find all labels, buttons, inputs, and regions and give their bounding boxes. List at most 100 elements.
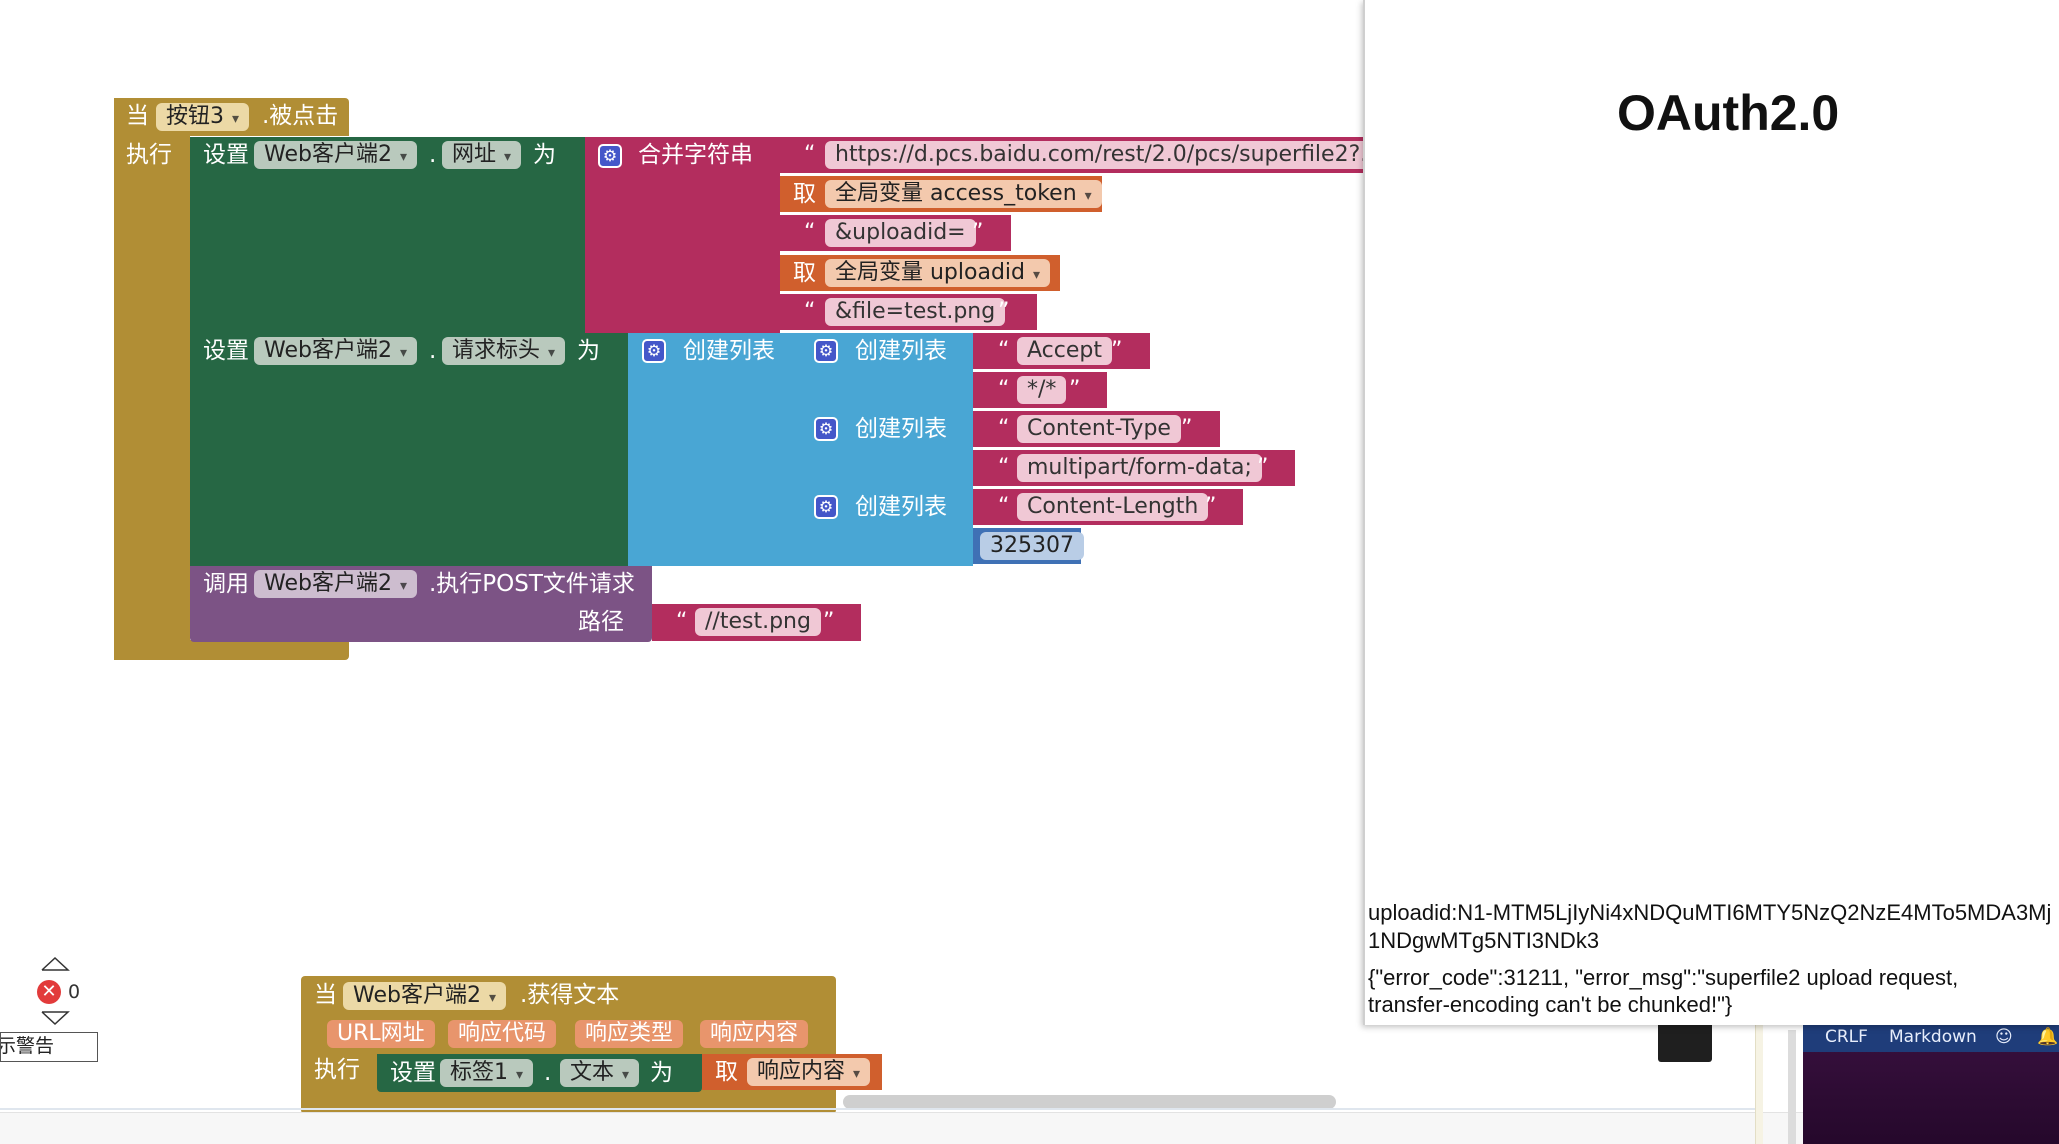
do-label: 执行 <box>126 142 172 168</box>
bell-icon[interactable]: 🔔 <box>2037 1022 2058 1052</box>
content-type-value-string[interactable]: multipart/form-data; <box>1017 454 1262 482</box>
make-list-label: 创建列表 <box>683 338 775 364</box>
workspace-horizontal-scrollbar[interactable] <box>843 1095 1336 1109</box>
text-block-content-type-value[interactable]: “ multipart/form-data; ” <box>973 450 1295 486</box>
gear-icon[interactable]: ⚙ <box>598 144 622 168</box>
content-length-string[interactable]: Content-Length <box>1017 493 1209 521</box>
quote-close: ” <box>972 220 984 245</box>
quote-close: ” <box>1181 416 1193 441</box>
set-label: 设置 <box>203 142 249 168</box>
text-block-path[interactable]: “ //test.png ” <box>652 604 861 641</box>
component-dropdown-web2[interactable]: Web客户端2 <box>254 141 417 169</box>
call-label: 调用 <box>203 571 249 597</box>
warning-up-arrow[interactable] <box>40 956 70 972</box>
quote-close: ” <box>1069 377 1081 402</box>
gear-icon[interactable]: ⚙ <box>814 339 838 363</box>
quote-close: ” <box>1111 338 1123 363</box>
gear-icon[interactable]: ⚙ <box>814 495 838 519</box>
text-block-uploadid-param[interactable]: “ &uploadid= ” <box>780 215 1011 251</box>
statusbar: CRLF Markdown ☺ 🔔 <box>1803 1022 2059 1052</box>
text-block-url[interactable]: “ https://d.pcs.baidu.com/rest/2.0/pcs/s… <box>780 137 1392 173</box>
path-label: 路径 <box>578 609 624 635</box>
uploadid-text-line2: 1NDgwMTg5NTI3NDk3 <box>1368 928 1600 953</box>
text-block-content-length[interactable]: “ Content-Length ” <box>973 489 1243 525</box>
component-dropdown-label1[interactable]: 标签1 <box>440 1059 534 1087</box>
editor-panel: CRLF Markdown ☺ 🔔 <box>1803 1022 2059 1144</box>
quote-open: “ <box>998 416 1010 441</box>
variable-dropdown-uploadid[interactable]: 全局变量 uploadid <box>825 259 1051 287</box>
quote-open: “ <box>998 494 1010 519</box>
property-dropdown-url[interactable]: 网址 <box>442 141 522 169</box>
feedback-icon[interactable]: ☺ <box>1995 1022 2013 1052</box>
to-label: 为 <box>577 338 600 364</box>
oauth-title: OAuth2.0 <box>1617 85 1840 141</box>
text-block-accept[interactable]: “ Accept ” <box>973 333 1150 369</box>
param-response-code[interactable]: 响应代码 <box>448 1020 557 1048</box>
get-label: 取 <box>715 1059 738 1085</box>
blocks-workspace[interactable]: 当 按钮3 .被点击 执行 设置 Web客户端2 . 网址 为 ⚙ 合并字符串 … <box>0 0 1758 1114</box>
workspace-border <box>0 1108 1758 1110</box>
arrow-down-icon <box>41 1011 70 1026</box>
quote-open: “ <box>804 142 816 167</box>
dot-label: . <box>429 338 437 364</box>
quote-open: “ <box>676 609 688 634</box>
text-block-content-type[interactable]: “ Content-Type ” <box>973 411 1220 447</box>
file-param-string[interactable]: &file=test.png <box>825 298 1006 326</box>
get-variable-uploadid[interactable]: 取 全局变量 uploadid <box>780 255 1060 291</box>
when-label: 当 <box>126 103 149 129</box>
component-dropdown-web2[interactable]: Web客户端2 <box>254 570 417 598</box>
variable-dropdown-response[interactable]: 响应内容 <box>747 1058 871 1086</box>
component-dropdown-button3[interactable]: 按钮3 <box>156 103 250 131</box>
when-label: 当 <box>314 982 337 1008</box>
quote-open: “ <box>998 377 1010 402</box>
content-length-number[interactable]: 325307 <box>980 532 1084 560</box>
text-block-accept-value[interactable]: “ */* ” <box>973 372 1107 408</box>
dark-square <box>1658 1020 1712 1062</box>
join-label: 合并字符串 <box>638 142 753 168</box>
dot-label: . <box>544 1060 552 1086</box>
response-text-line1: {"error_code":31211, "error_msg":"superf… <box>1368 965 1959 990</box>
content-type-string[interactable]: Content-Type <box>1017 415 1181 443</box>
do-label: 执行 <box>314 1057 360 1083</box>
get-variable-access-token[interactable]: 取 全局变量 access_token <box>780 176 1102 212</box>
editor-scrollbar[interactable] <box>1788 1030 1796 1144</box>
property-dropdown-headers[interactable]: 请求标头 <box>442 337 566 365</box>
param-response-content[interactable]: 响应内容 <box>700 1020 809 1048</box>
number-block-content-length[interactable]: 325307 <box>973 528 1084 564</box>
quote-open: “ <box>998 338 1010 363</box>
set-label: 设置 <box>390 1060 436 1086</box>
gear-icon[interactable]: ⚙ <box>814 417 838 441</box>
uploadid-param-string[interactable]: &uploadid= <box>825 219 976 247</box>
bottom-strip <box>0 1112 2059 1144</box>
quote-close: ” <box>823 609 835 634</box>
quote-open: “ <box>804 299 816 324</box>
language-mode[interactable]: Markdown <box>1889 1022 1977 1052</box>
component-dropdown-web2[interactable]: Web客户端2 <box>343 982 506 1010</box>
component-dropdown-web2[interactable]: Web客户端2 <box>254 337 417 365</box>
property-dropdown-text[interactable]: 文本 <box>560 1059 640 1087</box>
eol-indicator[interactable]: CRLF <box>1825 1022 1868 1052</box>
accept-value-string[interactable]: */* <box>1017 376 1067 404</box>
variable-dropdown-access-token[interactable]: 全局变量 access_token <box>825 180 1102 208</box>
param-url[interactable]: URL网址 <box>327 1020 435 1048</box>
path-string[interactable]: //test.png <box>695 608 821 636</box>
get-label: 取 <box>793 260 816 286</box>
text-block-file-param[interactable]: “ &file=test.png ” <box>780 294 1037 330</box>
show-warnings-label: 示警告 <box>0 1035 55 1057</box>
response-text-line2: transfer-encoding can't be chunked!"} <box>1368 992 1733 1017</box>
event-name: .获得文本 <box>520 982 620 1008</box>
warning-down-arrow[interactable] <box>40 1010 70 1026</box>
set-label1-text-block[interactable]: 设置 标签1 . 文本 为 <box>377 1054 702 1092</box>
error-count: 0 <box>68 981 81 1003</box>
param-response-type[interactable]: 响应类型 <box>575 1020 684 1048</box>
get-label: 取 <box>793 181 816 207</box>
gear-icon[interactable]: ⚙ <box>642 339 666 363</box>
show-warnings-button[interactable]: 示警告 <box>0 1032 98 1062</box>
accept-string[interactable]: Accept <box>1017 337 1112 365</box>
quote-open: “ <box>998 455 1010 480</box>
to-label: 为 <box>650 1060 673 1086</box>
method-name: .执行POST文件请求 <box>429 571 635 597</box>
get-response-content-block[interactable]: 取 响应内容 <box>702 1054 882 1090</box>
make-list-label: 创建列表 <box>855 494 947 520</box>
url-string[interactable]: https://d.pcs.baidu.com/rest/2.0/pcs/sup… <box>825 141 1392 169</box>
